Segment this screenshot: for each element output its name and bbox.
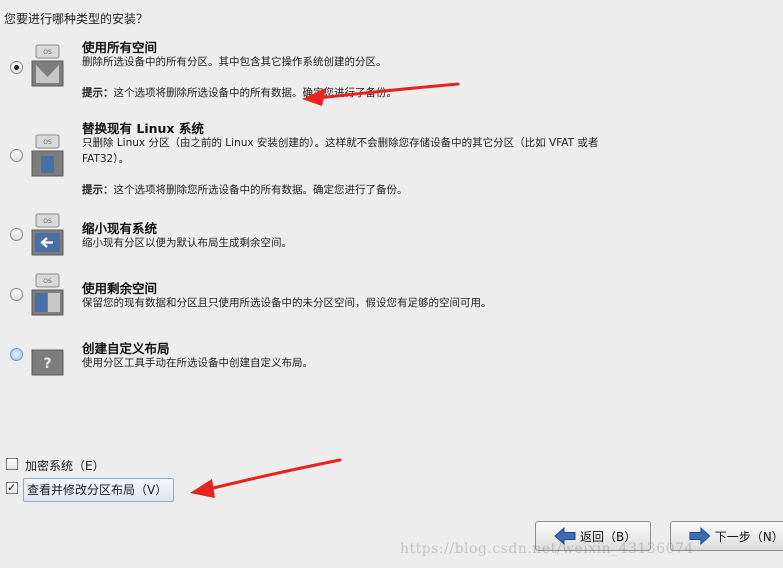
encrypt-system-label[interactable]: 加密系统（E） bbox=[25, 457, 105, 474]
radio-custom-layout[interactable] bbox=[10, 348, 23, 361]
radio-use-free-space[interactable] bbox=[10, 288, 23, 301]
os-disk-shrink-icon: OS bbox=[31, 213, 64, 256]
os-label: OS bbox=[43, 49, 52, 56]
review-layout-checkbox[interactable]: ✓ bbox=[6, 482, 18, 494]
encrypt-system-checkbox-row[interactable]: 加密系统（E） bbox=[6, 456, 126, 474]
radio-shrink-system[interactable] bbox=[10, 228, 23, 241]
watermark-url: https://blog.csdn.net/weixin_43136074 bbox=[400, 541, 694, 557]
option-description: 只删除 Linux 分区（由之前的 Linux 安装创建的）。这样就不会删除您存… bbox=[82, 137, 599, 165]
os-label: OS bbox=[43, 218, 52, 225]
custom-layout-icon: ? bbox=[31, 349, 64, 376]
option-use-free-space[interactable]: OS 使用剩余空间 保留您的现有数据和分区且只使用所选设备中的未分区空间，假设您… bbox=[0, 273, 783, 327]
os-disk-replace-icon: OS bbox=[31, 134, 64, 177]
option-custom-layout[interactable]: ? 创建自定义布局 使用分区工具手动在所选设备中创建自定义布局。 bbox=[0, 337, 783, 387]
option-tip: 提示：这个选项将删除所选设备中的所有数据。确定您进行了备份。 bbox=[82, 85, 397, 100]
option-replace-linux[interactable]: OS 替换现有 Linux 系统 只删除 Linux 分区（由之前的 Linux… bbox=[0, 116, 783, 200]
os-disk-free-icon: OS bbox=[31, 273, 64, 316]
tip-label: 提示： bbox=[82, 184, 114, 196]
radio-use-all-space[interactable] bbox=[10, 61, 23, 74]
option-description: 缩小现有分区以便为默认布局生成剩余空间。 bbox=[82, 237, 292, 249]
next-button-label: 下一步（N） bbox=[714, 529, 783, 544]
question-mark: ? bbox=[43, 356, 51, 372]
tip-text: 这个选项将删除您所选设备中的所有数据。确定您进行了备份。 bbox=[113, 184, 408, 196]
option-shrink-system[interactable]: OS 缩小现有系统 缩小现有分区以便为默认布局生成剩余空间。 bbox=[0, 213, 783, 267]
os-label: OS bbox=[43, 139, 52, 146]
encrypt-system-checkbox[interactable] bbox=[6, 458, 18, 470]
tip-label: 提示： bbox=[82, 87, 114, 99]
tip-text: 这个选项将删除所选设备中的所有数据。确定您进行了备份。 bbox=[113, 87, 398, 99]
option-description: 保留您的现有数据和分区且只使用所选设备中的未分区空间，假设您有足够的空间可用。 bbox=[82, 297, 492, 309]
install-type-question: 您要进行哪种类型的安装？ bbox=[4, 12, 149, 26]
review-layout-label[interactable]: 查看并修改分区布局（V） bbox=[23, 478, 175, 502]
checkmark-icon: ✓ bbox=[7, 481, 17, 494]
review-layout-checkbox-row[interactable]: ✓ 查看并修改分区布局（V） bbox=[6, 478, 186, 502]
option-use-all-space[interactable]: OS 使用所有空间 删除所选设备中的所有分区。其中包含其它操作系统创建的分区。 … bbox=[0, 36, 783, 106]
os-disk-full-icon: OS bbox=[31, 44, 64, 87]
radio-replace-linux[interactable] bbox=[10, 149, 23, 162]
option-description: 使用分区工具手动在所选设备中创建自定义布局。 bbox=[82, 357, 313, 369]
option-tip: 提示：这个选项将删除您所选设备中的所有数据。确定您进行了备份。 bbox=[82, 182, 408, 197]
red-arrow-icon bbox=[190, 458, 342, 498]
os-label: OS bbox=[43, 278, 52, 285]
option-description: 删除所选设备中的所有分区。其中包含其它操作系统创建的分区。 bbox=[82, 56, 387, 68]
